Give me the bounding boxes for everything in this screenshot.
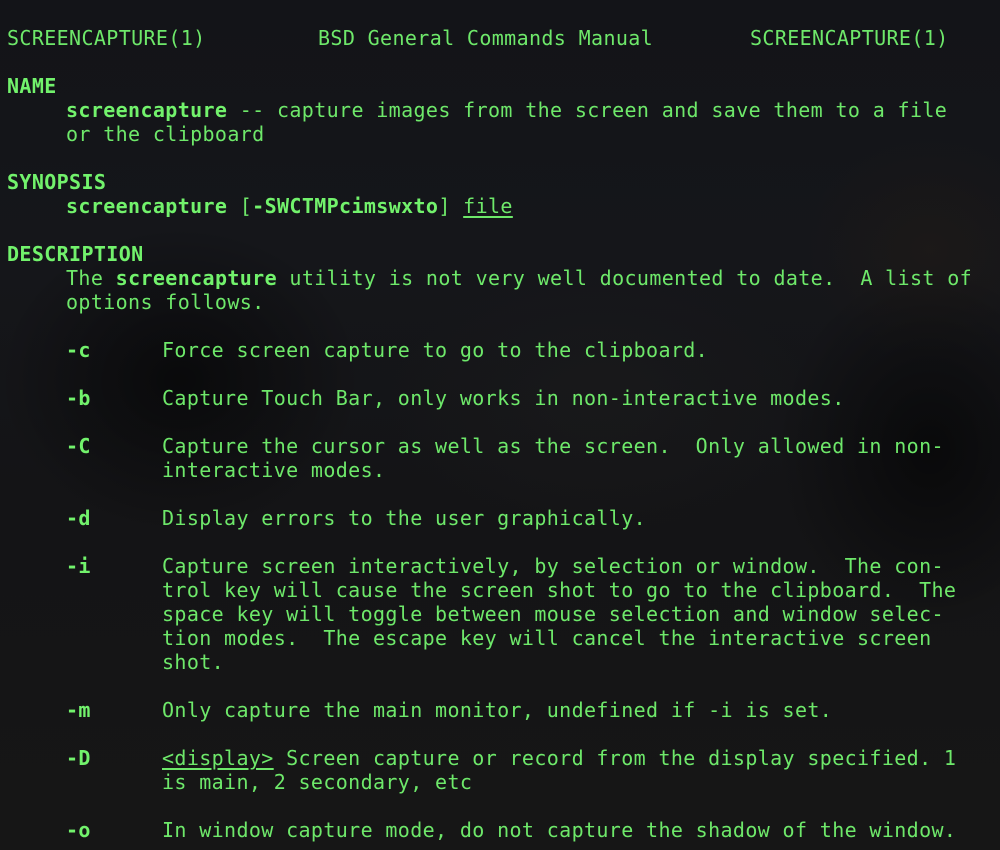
option-D-display-argument: <display>	[162, 746, 274, 770]
option-desc-b: Capture Touch Bar, only works in non-int…	[162, 386, 845, 410]
section-heading-name: NAME	[7, 74, 57, 98]
option-desc-o: In window capture mode, do not capture t…	[162, 818, 957, 842]
option-flag-b: -b	[66, 386, 91, 410]
man-header-center: BSD General Commands Manual	[318, 26, 654, 50]
synopsis-flags: -SWCTMPcimswxto	[252, 194, 439, 218]
synopsis-command: screencapture	[66, 194, 228, 218]
description-intro-line-2: options follows.	[66, 290, 265, 314]
synopsis-line: screencapture [-SWCTMPcimswxto] file	[66, 194, 513, 218]
man-header-left: SCREENCAPTURE(1)	[7, 26, 206, 50]
option-flag-c: -c	[66, 338, 91, 362]
description-command: screencapture	[115, 266, 277, 290]
section-heading-synopsis: SYNOPSIS	[7, 170, 107, 194]
synopsis-bracket-close: ]	[438, 194, 464, 218]
option-desc-i-line-3: space key will toggle between mouse sele…	[162, 602, 944, 626]
option-flag-D: -D	[66, 746, 91, 770]
command-name: screencapture	[66, 98, 228, 122]
option-flag-i: -i	[66, 554, 91, 578]
option-desc-i-line-2: trol key will cause the screen shot to g…	[162, 578, 957, 602]
option-desc-m: Only capture the main monitor, undefined…	[162, 698, 833, 722]
option-desc-C-line-2: interactive modes.	[162, 458, 386, 482]
option-flag-o: -o	[66, 818, 91, 842]
option-desc-i-line-4: tion modes. The escape key will cancel t…	[162, 626, 932, 650]
option-desc-D-line-1: <display> Screen capture or record from …	[162, 746, 956, 770]
name-summary-text: -- capture images from the screen and sa…	[227, 98, 948, 122]
man-header-right: SCREENCAPTURE(1)	[750, 26, 949, 50]
option-flag-m: -m	[66, 698, 91, 722]
description-intro-line-1: The screencapture utility is not very we…	[66, 266, 972, 290]
option-desc-D-text: Screen capture or record from the displa…	[273, 746, 957, 770]
description-intro-prefix: The	[66, 266, 116, 290]
name-summary-line: screencapture -- capture images from the…	[66, 98, 947, 122]
option-desc-i-line-1: Capture screen interactively, by selecti…	[162, 554, 944, 578]
name-summary-line-2: or the clipboard	[66, 122, 265, 146]
option-desc-i-line-5: shot.	[162, 650, 225, 674]
terminal-window[interactable]: SCREENCAPTURE(1) BSD General Commands Ma…	[0, 0, 1000, 850]
option-desc-C-line-1: Capture the cursor as well as the screen…	[162, 434, 944, 458]
synopsis-file-argument: file	[463, 194, 513, 218]
option-desc-D-line-2: is main, 2 secondary, etc	[162, 770, 473, 794]
description-intro-rest: utility is not very well documented to d…	[277, 266, 973, 290]
section-heading-description: DESCRIPTION	[7, 242, 144, 266]
synopsis-bracket-open: [	[227, 194, 253, 218]
option-desc-d: Display errors to the user graphically.	[162, 506, 647, 530]
option-flag-C: -C	[66, 434, 91, 458]
option-desc-c: Force screen capture to go to the clipbo…	[162, 338, 709, 362]
option-flag-d: -d	[66, 506, 91, 530]
